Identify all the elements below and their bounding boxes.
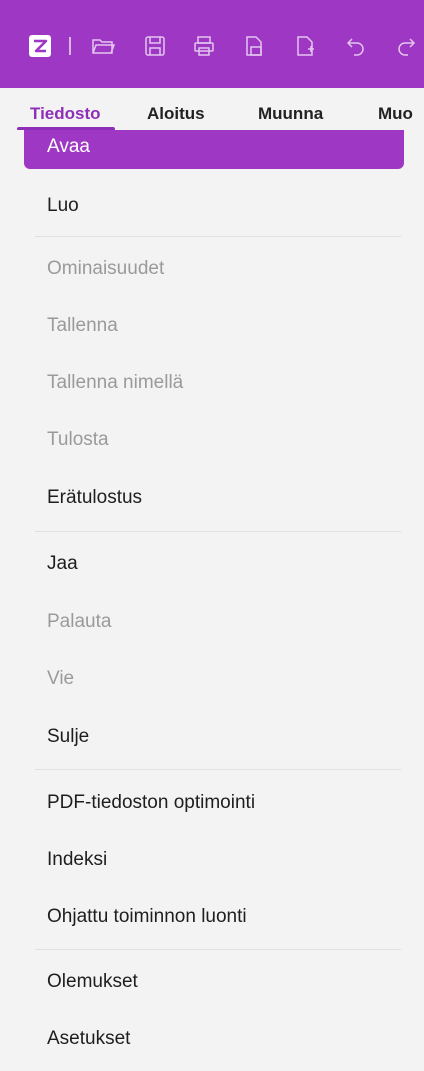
menu-item-pdf-optimointi[interactable]: PDF-tiedoston optimointi (24, 783, 404, 823)
menu-item-tallenna: Tallenna (24, 306, 404, 346)
menu-item-asetukset[interactable]: Asetukset (24, 1019, 404, 1059)
save-icon[interactable] (143, 34, 167, 58)
file-menu: Avaa Luo Ominaisuudet Tallenna Tallenna … (0, 130, 424, 1071)
menu-item-label: PDF-tiedoston optimointi (47, 792, 256, 813)
menu-item-label: Sulje (47, 726, 90, 747)
menu-item-palauta: Palauta (24, 602, 404, 642)
menu-item-tulosta: Tulosta (24, 420, 404, 460)
undo-icon[interactable] (344, 34, 368, 58)
menu-item-label: Avaa (47, 136, 90, 157)
menu-item-eratulostus[interactable]: Erätulostus (24, 478, 404, 518)
menu-divider (35, 236, 401, 237)
menu-item-luo[interactable]: Luo (24, 186, 404, 226)
tab-muunna[interactable]: Muunna (258, 104, 323, 124)
app-logo-icon[interactable] (28, 34, 52, 58)
tab-tiedosto[interactable]: Tiedosto (30, 104, 101, 124)
menu-item-ohjattu-toiminnon-luonti[interactable]: Ohjattu toiminnon luonti (24, 897, 404, 937)
toolbar-separator (69, 37, 71, 55)
menu-item-label: Indeksi (47, 849, 108, 870)
menu-divider (35, 769, 401, 770)
menu-item-avaa[interactable]: Avaa (24, 130, 404, 169)
print-icon[interactable] (192, 34, 216, 58)
tab-muokkaa[interactable]: Muo (378, 104, 413, 124)
menu-item-jaa[interactable]: Jaa (24, 544, 404, 584)
menu-item-olemukset[interactable]: Olemukset (24, 962, 404, 1002)
menu-item-label: Tallenna (47, 315, 118, 336)
new-document-icon[interactable] (293, 34, 317, 58)
quick-access-toolbar (0, 0, 424, 88)
menu-item-label: Vie (47, 668, 75, 689)
menu-divider (35, 949, 401, 950)
menu-item-label: Asetukset (47, 1028, 131, 1049)
redo-icon[interactable] (394, 34, 418, 58)
menu-item-label: Tulosta (47, 429, 109, 450)
ribbon-tabs: Tiedosto Aloitus Muunna Muo (0, 88, 424, 132)
menu-divider (35, 531, 401, 532)
menu-item-label: Ohjattu toiminnon luonti (47, 906, 247, 927)
menu-item-label: Palauta (47, 611, 112, 632)
menu-item-label: Jaa (47, 553, 78, 574)
save-as-icon[interactable] (242, 34, 266, 58)
menu-item-indeksi[interactable]: Indeksi (24, 840, 404, 880)
menu-item-label: Olemukset (47, 971, 138, 992)
tab-aloitus[interactable]: Aloitus (147, 104, 205, 124)
menu-item-label: Tallenna nimellä (47, 372, 184, 393)
menu-item-vie: Vie (24, 659, 404, 699)
menu-item-ominaisuudet: Ominaisuudet (24, 249, 404, 289)
menu-item-tallenna-nimella: Tallenna nimellä (24, 363, 404, 403)
menu-item-sulje[interactable]: Sulje (24, 717, 404, 757)
menu-item-label: Erätulostus (47, 487, 143, 508)
menu-item-label: Luo (47, 195, 79, 216)
menu-item-label: Ominaisuudet (47, 258, 165, 279)
open-folder-icon[interactable] (91, 34, 115, 58)
